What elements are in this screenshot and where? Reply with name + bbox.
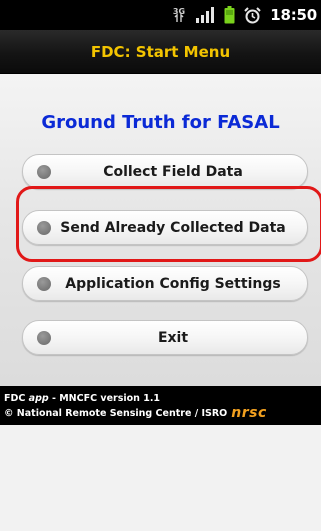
alarm-clock-icon bbox=[244, 6, 261, 24]
version-line: FDC app - MNCFC version 1.1 bbox=[4, 393, 161, 404]
footer: FDC app - MNCFC version 1.1 © National R… bbox=[0, 386, 321, 425]
status-bar: 3G 18:50 bbox=[0, 0, 321, 30]
signal-strength-icon bbox=[195, 7, 215, 23]
radio-bullet-icon bbox=[37, 330, 51, 345]
app-title-bar: FDC: Start Menu bbox=[0, 30, 321, 74]
send-collected-data-button[interactable]: Send Already Collected Data bbox=[22, 210, 308, 245]
button-label: Application Config Settings bbox=[65, 275, 281, 292]
app-title: FDC: Start Menu bbox=[90, 42, 231, 61]
radio-bullet-icon bbox=[37, 164, 51, 179]
nrsc-logo: nrsc bbox=[231, 405, 267, 421]
button-label: Send Already Collected Data bbox=[60, 219, 286, 236]
network-3g-icon: 3G bbox=[172, 6, 186, 24]
exit-button[interactable]: Exit bbox=[22, 320, 308, 355]
main-content: Ground Truth for FASAL Collect Field Dat… bbox=[0, 74, 321, 386]
copyright-line: © National Remote Sensing Centre / ISRO n… bbox=[4, 405, 267, 421]
application-config-settings-button[interactable]: Application Config Settings bbox=[22, 266, 308, 301]
button-label: Collect Field Data bbox=[103, 163, 243, 180]
radio-bullet-icon bbox=[37, 220, 51, 235]
button-label: Exit bbox=[157, 329, 189, 346]
status-clock: 18:50 bbox=[270, 6, 317, 24]
page-heading: Ground Truth for FASAL bbox=[41, 112, 280, 133]
svg-text:3G: 3G bbox=[173, 7, 185, 16]
radio-bullet-icon bbox=[37, 276, 51, 291]
collect-field-data-button[interactable]: Collect Field Data bbox=[22, 154, 308, 189]
battery-icon bbox=[224, 6, 235, 24]
empty-background-area bbox=[0, 425, 321, 531]
